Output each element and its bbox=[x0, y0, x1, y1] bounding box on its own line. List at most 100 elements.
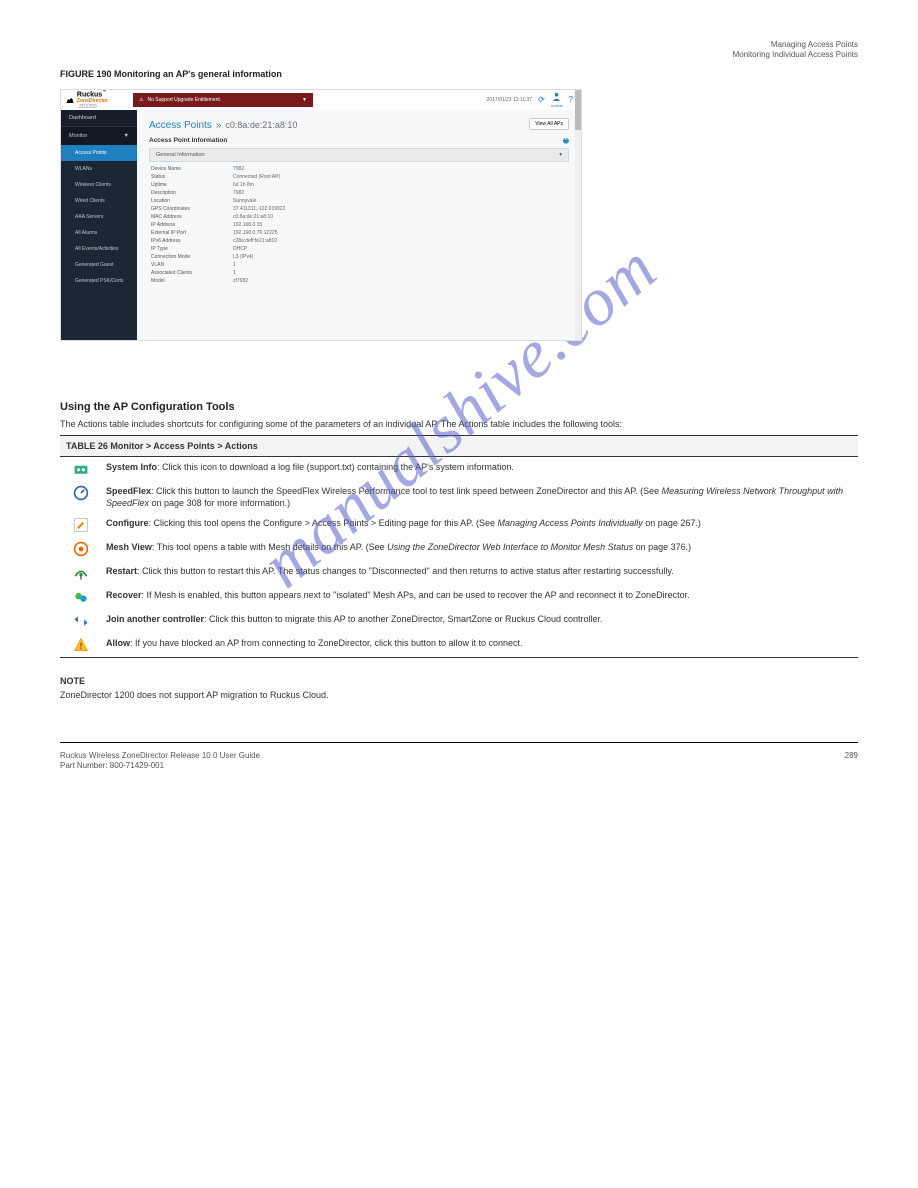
info-value: 192.168.0.15 bbox=[233, 222, 262, 228]
banner-dropdown-icon[interactable]: ▼ bbox=[302, 97, 307, 103]
row-description: System Info: Click this icon to download… bbox=[106, 461, 852, 477]
info-row: IP TypeDHCP bbox=[149, 245, 569, 253]
info-row: Description7982 bbox=[149, 189, 569, 197]
info-value: zf7982 bbox=[233, 278, 248, 284]
info-row: Uptime6d 1h 8m bbox=[149, 181, 569, 189]
print-icon[interactable]: 🖶 bbox=[563, 137, 569, 148]
table-row: Mesh View: This tool opens a table with … bbox=[60, 537, 858, 561]
row-description: Join another controller: Click this butt… bbox=[106, 613, 852, 629]
group-icon bbox=[66, 461, 96, 477]
section-intro: The Actions table includes shortcuts for… bbox=[60, 419, 858, 429]
row-description: SpeedFlex: Click this button to launch t… bbox=[106, 485, 852, 509]
sidebar-item-aaa-servers[interactable]: AAA Servers bbox=[61, 209, 137, 225]
user-label: ruckus bbox=[551, 103, 563, 108]
info-row: Connection ModeL3 (IPv4) bbox=[149, 253, 569, 261]
recover-icon bbox=[66, 589, 96, 605]
sidebar-item-access-points[interactable]: Access Points bbox=[61, 145, 137, 161]
row-description: Configure: Clicking this tool opens the … bbox=[106, 517, 852, 533]
user-menu[interactable]: ruckus bbox=[551, 92, 563, 108]
info-row: VLAN1 bbox=[149, 261, 569, 269]
table-header: TABLE 26 Monitor > Access Points > Actio… bbox=[60, 435, 858, 457]
warn-icon bbox=[66, 637, 96, 653]
info-key: GPS Coordinates bbox=[151, 206, 233, 212]
table-row: SpeedFlex: Click this button to launch t… bbox=[60, 481, 858, 513]
speed-icon bbox=[66, 485, 96, 509]
sidebar-item-wired-clients[interactable]: Wired Clients bbox=[61, 193, 137, 209]
section-heading: Using the AP Configuration Tools bbox=[60, 401, 858, 413]
sidebar-item-generated-psk-certs[interactable]: Generated PSK/Certs bbox=[61, 273, 137, 289]
row-description: Recover: If Mesh is enabled, this button… bbox=[106, 589, 852, 605]
collapse-icon: ▾ bbox=[559, 152, 562, 158]
note-body: ZoneDirector 1200 does not support AP mi… bbox=[60, 689, 858, 702]
brand-logo: Ruckus™ ZoneDirector ZD1200 bbox=[61, 87, 133, 112]
table-row: Restart: Click this button to restart th… bbox=[60, 561, 858, 585]
info-value: c0:8a:de:21:a8:10 bbox=[233, 214, 273, 220]
info-value: Connected (Root AP) bbox=[233, 174, 280, 180]
info-value: 37.411311,-122.019922 bbox=[233, 206, 285, 212]
info-row: LocationSunnyvale bbox=[149, 197, 569, 205]
sidebar-item-all-alarms[interactable]: All Alarms bbox=[61, 225, 137, 241]
info-key: External IP:Port bbox=[151, 230, 233, 236]
info-value: 1 bbox=[233, 262, 236, 268]
edit-icon bbox=[66, 517, 96, 533]
row-description: Restart: Click this button to restart th… bbox=[106, 565, 852, 581]
sidebar-item-all-events-activities[interactable]: All Events/Activities bbox=[61, 241, 137, 257]
general-info-accordion[interactable]: General Information ▾ bbox=[149, 148, 569, 162]
info-key: Device Name bbox=[151, 166, 233, 172]
timestamp: 2017/01/23 12:11:37 bbox=[487, 97, 533, 103]
info-value: 6d 1h 8m bbox=[233, 182, 254, 188]
breadcrumb: Managing Access Points Monitoring Indivi… bbox=[60, 40, 858, 61]
banner-text: No Support Upgrade Entitlement. bbox=[147, 97, 221, 103]
info-row: IPv6 Addressc28a:deff:fe21:a810 bbox=[149, 237, 569, 245]
title-link[interactable]: Access Points bbox=[149, 120, 212, 131]
title-mac: c0:8a:de:21:a8:10 bbox=[225, 120, 297, 130]
sidebar-item-generated-guest[interactable]: Generated Guest bbox=[61, 257, 137, 273]
info-key: MAC Address bbox=[151, 214, 233, 220]
figure-label: FIGURE 190 bbox=[60, 69, 112, 79]
table-row: Recover: If Mesh is enabled, this button… bbox=[60, 585, 858, 609]
actions-table: System Info: Click this icon to download… bbox=[60, 457, 858, 658]
title-sep: » bbox=[216, 120, 222, 131]
info-key: Associated Clients bbox=[151, 270, 233, 276]
note-label: NOTE bbox=[60, 676, 858, 686]
sidebar-item-wireless-clients[interactable]: Wireless Clients bbox=[61, 177, 137, 193]
info-value: 7982 bbox=[233, 190, 244, 196]
info-key: Status bbox=[151, 174, 233, 180]
info-value: 192.168.0.76:12225 bbox=[233, 230, 278, 236]
row-description: Mesh View: This tool opens a table with … bbox=[106, 541, 852, 557]
info-key: Description bbox=[151, 190, 233, 196]
info-row: Modelzf7982 bbox=[149, 277, 569, 285]
view-all-aps-button[interactable]: View All APs bbox=[529, 118, 569, 130]
info-row: Associated Clients1 bbox=[149, 269, 569, 277]
refresh-icon[interactable]: ⟳ bbox=[538, 95, 545, 104]
sidebar: Dashboard Monitor ▼ Access PointsWLANsWi… bbox=[61, 110, 137, 340]
info-row: IP Address192.168.0.15 bbox=[149, 221, 569, 229]
page-footer: Ruckus Wireless ZoneDirector Release 10.… bbox=[60, 742, 858, 772]
scrollbar[interactable] bbox=[575, 90, 581, 340]
logo-brand-text: Ruckus™ bbox=[77, 89, 129, 98]
info-value: 1 bbox=[233, 270, 236, 276]
sidebar-item-dashboard[interactable]: Dashboard bbox=[61, 110, 137, 127]
sidebar-item-monitor[interactable]: Monitor ▼ bbox=[61, 127, 137, 145]
help-icon[interactable]: ? bbox=[569, 95, 573, 104]
info-value: Sunnyvale bbox=[233, 198, 256, 204]
note-block: NOTE ZoneDirector 1200 does not support … bbox=[60, 676, 858, 702]
info-key: IP Address bbox=[151, 222, 233, 228]
main-content: View All APs Access Points » c0:8a:de:21… bbox=[137, 110, 581, 340]
table-row: Join another controller: Click this butt… bbox=[60, 609, 858, 633]
screenshot-container: Ruckus™ ZoneDirector ZD1200 ⚠ No Support… bbox=[60, 89, 582, 341]
ap-info-heading: Access Point Information 🖶 bbox=[149, 137, 569, 144]
info-key: Uptime bbox=[151, 182, 233, 188]
mesh-icon bbox=[66, 541, 96, 557]
warning-banner[interactable]: ⚠ No Support Upgrade Entitlement. ▼ bbox=[133, 93, 313, 107]
info-key: IPv6 Address bbox=[151, 238, 233, 244]
info-value: c28a:deff:fe21:a810 bbox=[233, 238, 277, 244]
table-row: Configure: Clicking this tool opens the … bbox=[60, 513, 858, 537]
ruckus-dog-icon bbox=[65, 95, 75, 105]
radio-icon bbox=[66, 565, 96, 581]
info-key: VLAN bbox=[151, 262, 233, 268]
table-row: System Info: Click this icon to download… bbox=[60, 457, 858, 481]
info-row: External IP:Port192.168.0.76:12225 bbox=[149, 229, 569, 237]
info-value: L3 (IPv4) bbox=[233, 254, 253, 260]
sidebar-item-wlans[interactable]: WLANs bbox=[61, 161, 137, 177]
